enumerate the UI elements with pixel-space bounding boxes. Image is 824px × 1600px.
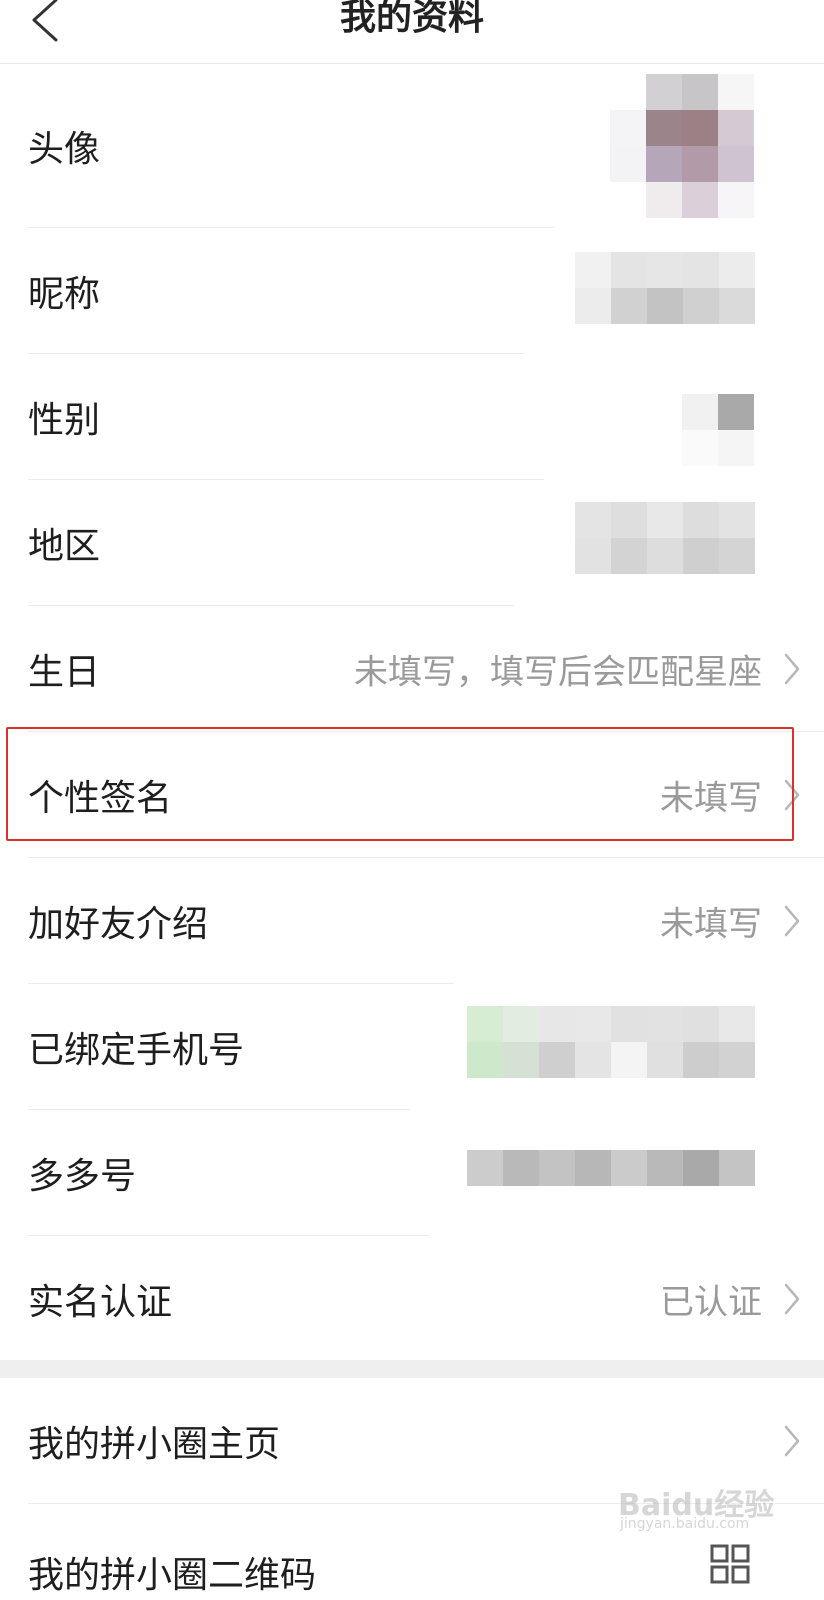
section-separator [0, 1360, 824, 1378]
row-label: 我的拼小圈二维码 [28, 1555, 317, 1596]
phone-value [467, 1006, 755, 1078]
baidu-watermark: Baidu经验 jingyan.baidu.com [618, 1480, 778, 1540]
row-real-name[interactable]: 实名认证 已认证 [0, 1236, 824, 1362]
chevron-right-icon [784, 1283, 800, 1315]
row-birthday[interactable]: 生日 未填写，填写后会匹配星座 [0, 606, 824, 732]
row-label: 实名认证 [28, 1282, 173, 1323]
chevron-right-icon [784, 1425, 800, 1457]
chevron-right-icon [784, 779, 800, 811]
nickname-value [575, 252, 755, 324]
duoduo-id-value [467, 1150, 755, 1186]
row-signature[interactable]: 个性签名 未填写 [0, 732, 824, 858]
birthday-value: 未填写，填写后会匹配星座 [354, 652, 762, 693]
gender-value [682, 394, 754, 466]
region-value [575, 502, 755, 574]
row-label: 昵称 [28, 274, 101, 315]
row-avatar[interactable]: 头像 [0, 64, 824, 228]
chevron-right-icon [784, 653, 800, 685]
row-label: 头像 [28, 129, 101, 170]
row-region[interactable]: 地区 [0, 480, 824, 606]
friend-intro-value: 未填写 [660, 904, 762, 945]
chevron-right-icon [784, 905, 800, 937]
row-nickname[interactable]: 昵称 [0, 228, 824, 354]
real-name-value: 已认证 [660, 1282, 762, 1323]
page-title: 我的资料 [339, 0, 484, 38]
row-label: 性别 [28, 400, 101, 441]
avatar [610, 74, 754, 218]
profile-screen: 我的资料 头像 昵称 性别 地区 生日 未填写，填写后会匹配星座 个性签名 未填… [0, 0, 824, 1600]
row-label: 生日 [28, 652, 101, 693]
watermark-sub: jingyan.baidu.com [620, 1516, 750, 1532]
nav-header: 我的资料 [0, 0, 824, 64]
row-phone[interactable]: 已绑定手机号 [0, 984, 824, 1110]
row-label: 已绑定手机号 [28, 1030, 245, 1071]
row-gender[interactable]: 性别 [0, 354, 824, 480]
qr-code-icon [710, 1544, 750, 1584]
row-label: 地区 [28, 526, 101, 567]
signature-value: 未填写 [660, 778, 762, 819]
row-label: 加好友介绍 [28, 904, 209, 945]
row-friend-intro[interactable]: 加好友介绍 未填写 [0, 858, 824, 984]
row-label: 个性签名 [28, 778, 173, 819]
row-label: 多多号 [28, 1156, 137, 1197]
row-label: 我的拼小圈主页 [28, 1424, 281, 1465]
row-duoduo-id[interactable]: 多多号 [0, 1110, 824, 1236]
